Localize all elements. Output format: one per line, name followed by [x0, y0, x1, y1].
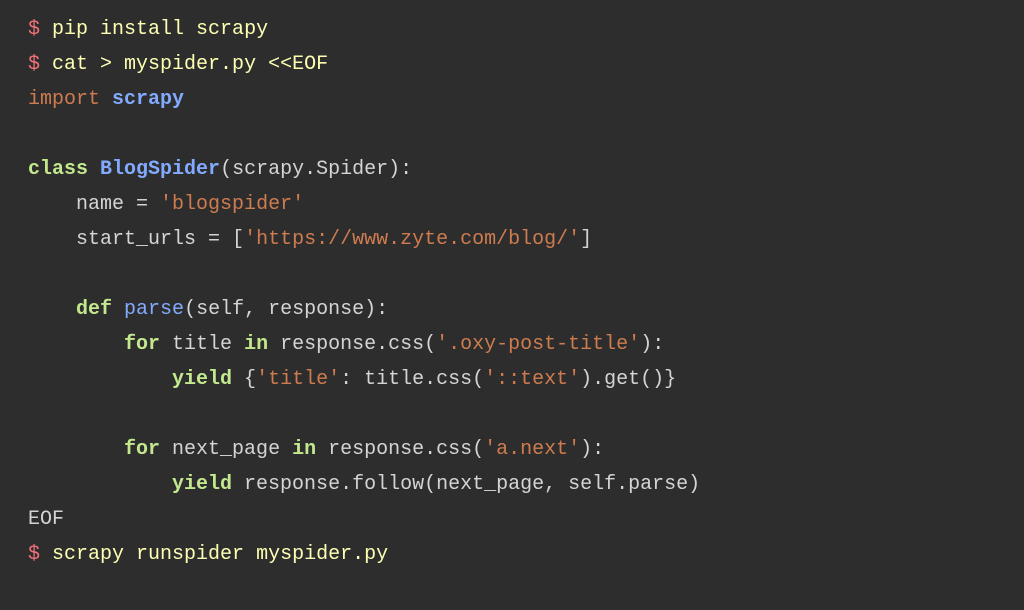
keyword-yield: yield	[172, 368, 232, 391]
dot: .	[304, 158, 316, 181]
class-blogspider: BlogSpider	[100, 158, 220, 181]
keyword-for: for	[124, 438, 160, 461]
var-next-page: next_page	[172, 438, 280, 461]
var-title: title	[172, 333, 232, 356]
equals: =	[124, 193, 160, 216]
dot-parse-close: .parse)	[616, 473, 700, 496]
code-block: $ pip install scrapy $ cat > myspider.py…	[28, 12, 996, 572]
keyword-def: def	[76, 298, 112, 321]
cmd-scrapy-runspider: scrapy runspider myspider.py	[52, 543, 388, 566]
keyword-yield: yield	[172, 473, 232, 496]
paren-close-colon: ):	[640, 333, 664, 356]
string-url: 'https://www.zyte.com/blog/'	[244, 228, 580, 251]
shell-prompt: $	[28, 53, 40, 76]
dict-open: {	[232, 368, 256, 391]
arg-self: self	[196, 298, 244, 321]
shell-prompt: $	[28, 18, 40, 41]
get-close: ).get()}	[580, 368, 676, 391]
base-class: Spider	[316, 158, 388, 181]
module-scrapy: scrapy	[112, 88, 184, 111]
func-parse: parse	[124, 298, 184, 321]
paren-close-colon: ):	[580, 438, 604, 461]
response-follow-call: response.follow(next_page,	[232, 473, 568, 496]
self: self	[568, 473, 616, 496]
paren-close-colon: ):	[388, 158, 412, 181]
response-css-call: response.css(	[280, 333, 436, 356]
paren-close-colon: ):	[364, 298, 388, 321]
string-selector-next: 'a.next'	[484, 438, 580, 461]
cmd-cat-heredoc: cat > myspider.py <<EOF	[52, 53, 328, 76]
shell-prompt: $	[28, 543, 40, 566]
comma: ,	[244, 298, 268, 321]
bracket-close: ]	[580, 228, 592, 251]
keyword-import: import	[28, 88, 100, 111]
cmd-pip-install: pip install scrapy	[52, 18, 268, 41]
response-css-call: response.css(	[328, 438, 484, 461]
colon: :	[340, 368, 364, 391]
arg-response: response	[268, 298, 364, 321]
base-module: scrapy	[232, 158, 304, 181]
keyword-in: in	[292, 438, 316, 461]
title-css-call: title.css(	[364, 368, 484, 391]
string-selector-text: '::text'	[484, 368, 580, 391]
keyword-for: for	[124, 333, 160, 356]
attr-start-urls: start_urls	[76, 228, 196, 251]
paren-open: (	[220, 158, 232, 181]
equals-bracket: = [	[196, 228, 244, 251]
keyword-class: class	[28, 158, 88, 181]
string-name-value: 'blogspider'	[160, 193, 304, 216]
attr-name: name	[76, 193, 124, 216]
heredoc-eof: EOF	[28, 508, 64, 531]
paren-open: (	[184, 298, 196, 321]
string-selector-title: '.oxy-post-title'	[436, 333, 640, 356]
string-dict-key: 'title'	[256, 368, 340, 391]
keyword-in: in	[244, 333, 268, 356]
